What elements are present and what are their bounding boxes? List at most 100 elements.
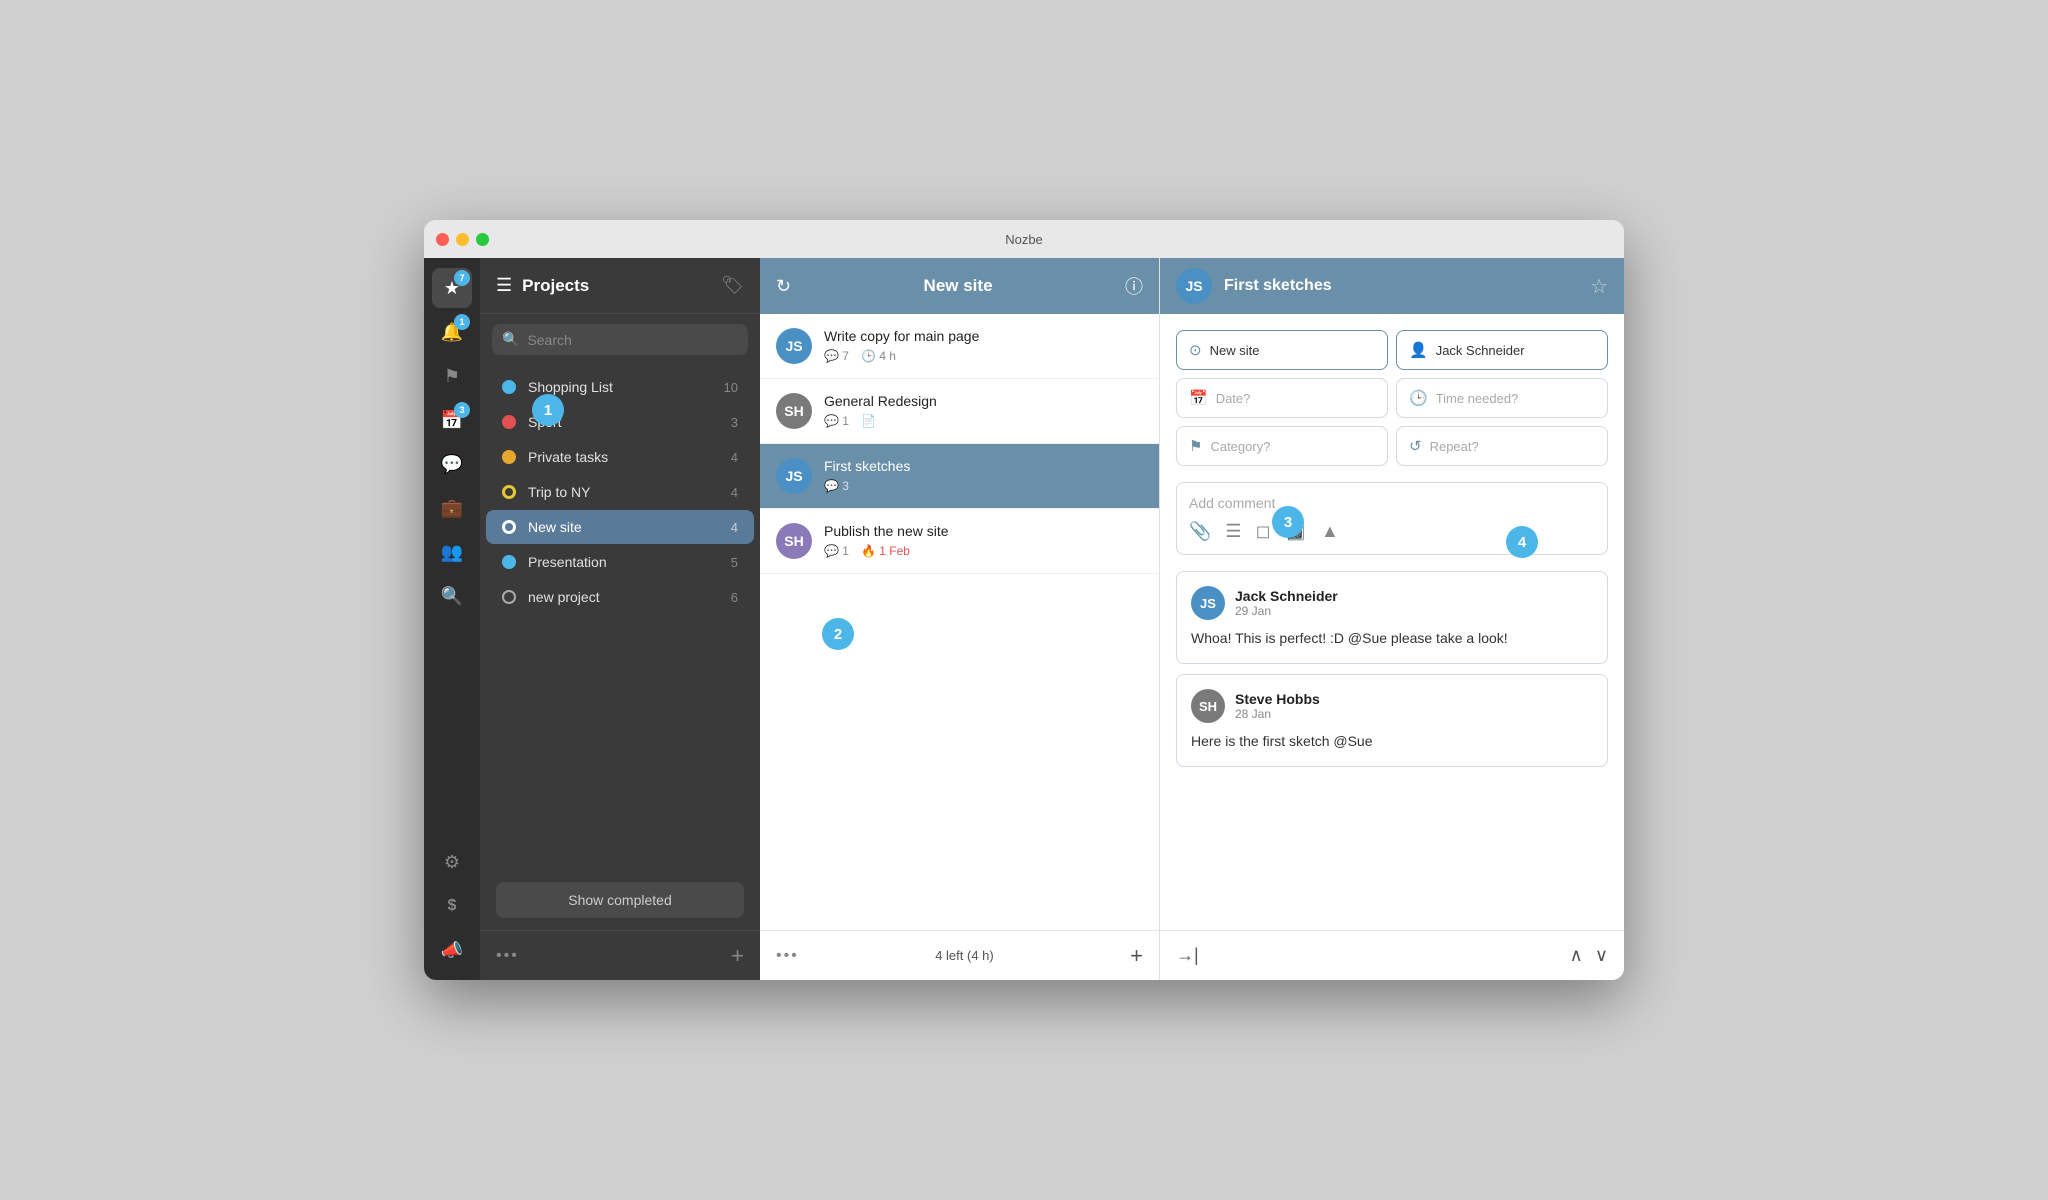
project-dot (502, 520, 516, 534)
bell-badge: 1 (454, 314, 470, 330)
sidebar-item-people[interactable]: 👥 (432, 532, 472, 572)
projects-menu-icon: ☰ (496, 275, 512, 296)
comment-date: 29 Jan (1235, 604, 1338, 618)
date-placeholder: Date? (1216, 391, 1251, 406)
task-meta: 💬 1 📄 (824, 414, 1143, 428)
comment-text: Whoa! This is perfect! :D @Sue please ta… (1191, 628, 1593, 649)
detail-avatar: JS (1176, 268, 1212, 304)
next-task-button[interactable]: ∨ (1595, 945, 1608, 966)
sidebar-item-settings[interactable]: ⚙ (432, 842, 472, 882)
project-count: 6 (731, 590, 738, 605)
sidebar-item-calendar[interactable]: 📅 3 (432, 400, 472, 440)
project-item-shopping-list[interactable]: Shopping List 10 (486, 370, 754, 404)
date-field[interactable]: 📅 Date? (1176, 378, 1388, 418)
dropbox-icon[interactable]: ◻ (1256, 521, 1271, 542)
project-dot (502, 450, 516, 464)
comment-area[interactable]: Add comment 📎 ☰ ◻ 📓 ▲ (1176, 482, 1608, 555)
tasks-more-icon[interactable]: ••• (776, 947, 799, 965)
sidebar-item-briefcase[interactable]: 💼 (432, 488, 472, 528)
repeat-icon: ↺ (1409, 437, 1422, 455)
add-task-button[interactable]: + (1130, 943, 1143, 969)
sidebar-item-search[interactable]: 🔍 (432, 576, 472, 616)
tutorial-badge-2: 2 (822, 618, 854, 650)
comment-count: 💬 1 (824, 414, 849, 428)
tasks-header: ↻ New site ⓘ (760, 258, 1159, 314)
prev-task-button[interactable]: ∧ (1570, 945, 1583, 966)
projects-tag-icon[interactable]: 🏷 (721, 275, 744, 296)
minimize-button[interactable] (456, 233, 469, 246)
task-item[interactable]: SH General Redesign 💬 1 📄 (760, 379, 1159, 444)
project-field[interactable]: ⊙ New site (1176, 330, 1388, 370)
project-name: Presentation (528, 554, 731, 570)
gdrive-icon[interactable]: ▲ (1321, 521, 1339, 542)
comment-input[interactable]: Add comment (1189, 495, 1595, 511)
close-button[interactable] (436, 233, 449, 246)
task-avatar: SH (776, 393, 812, 429)
projects-sidebar: ☰ Projects 🏷 🔍 Search Shopping List 10 (480, 258, 760, 980)
tasks-panel: ↻ New site ⓘ JS Write copy for main page… (760, 258, 1160, 980)
task-item[interactable]: SH Publish the new site 💬 1 🔥 1 Feb (760, 509, 1159, 574)
footer-more-icon[interactable]: ••• (496, 947, 519, 965)
search-placeholder: Search (527, 332, 571, 348)
repeat-field[interactable]: ↺ Repeat? (1396, 426, 1608, 466)
icon-sidebar: ★ 7 🔔 1 ⚑ 📅 3 💬 💼 👥 (424, 258, 480, 980)
app-title: Nozbe (1005, 232, 1043, 247)
expand-icon[interactable]: →| (1176, 945, 1199, 966)
time-placeholder: Time needed? (1436, 391, 1519, 406)
comment-author-row: SH Steve Hobbs 28 Jan (1191, 689, 1593, 723)
sidebar-item-star[interactable]: ★ 7 (432, 268, 472, 308)
sidebar-item-dollar[interactable]: $ (432, 886, 472, 926)
tasks-list: JS Write copy for main page 💬 7 🕒 4 h SH… (760, 314, 1159, 930)
comment-count: 💬 7 (824, 349, 849, 363)
megaphone-icon: 📣 (441, 940, 463, 961)
project-item-presentation[interactable]: Presentation 5 (486, 545, 754, 579)
project-item-new-project[interactable]: new project 6 (486, 580, 754, 614)
info-icon[interactable]: ⓘ (1125, 273, 1143, 299)
task-item[interactable]: JS Write copy for main page 💬 7 🕒 4 h (760, 314, 1159, 379)
project-count: 4 (731, 485, 738, 500)
checklist-icon[interactable]: ☰ (1225, 521, 1241, 542)
comment-count: 💬 3 (824, 479, 849, 493)
sidebar-item-flag[interactable]: ⚑ (432, 356, 472, 396)
briefcase-icon: 💼 (441, 498, 463, 519)
category-field[interactable]: ⚑ Category? (1176, 426, 1388, 466)
comment-author-row: JS Jack Schneider 29 Jan (1191, 586, 1593, 620)
detail-body: ⊙ New site 👤 Jack Schneider 📅 Date? (1160, 314, 1624, 930)
sidebar-item-chat[interactable]: 💬 (432, 444, 472, 484)
task-name: First sketches (824, 458, 1143, 474)
task-avatar: JS (776, 458, 812, 494)
titlebar: Nozbe (424, 220, 1624, 258)
project-item-private-tasks[interactable]: Private tasks 4 (486, 440, 754, 474)
project-dot (502, 380, 516, 394)
app-window: Nozbe ★ 7 🔔 1 ⚑ 📅 3 💬 � (424, 220, 1624, 980)
attach-icon[interactable]: 📎 (1189, 521, 1211, 542)
detail-header: JS First sketches ☆ (1160, 258, 1624, 314)
show-completed-button[interactable]: Show completed (496, 882, 744, 918)
star-badge: 7 (454, 270, 470, 286)
assignee-field[interactable]: 👤 Jack Schneider (1396, 330, 1608, 370)
repeat-placeholder: Repeat? (1430, 439, 1479, 454)
star-button[interactable]: ☆ (1590, 274, 1608, 299)
comment-section: JS Jack Schneider 29 Jan Whoa! This is p… (1176, 571, 1608, 777)
window-controls (436, 233, 489, 246)
add-project-button[interactable]: + (731, 943, 744, 969)
project-field-value: New site (1210, 343, 1260, 358)
sidebar-item-megaphone[interactable]: 📣 (432, 930, 472, 970)
refresh-icon[interactable]: ↻ (776, 276, 791, 297)
sidebar-item-bell[interactable]: 🔔 1 (432, 312, 472, 352)
project-count: 5 (731, 555, 738, 570)
detail-panel: JS First sketches ☆ ⊙ New site 👤 Jack Sc… (1160, 258, 1624, 980)
comment-text: Here is the first sketch @Sue (1191, 731, 1593, 752)
project-item-sport[interactable]: Sport 3 (486, 405, 754, 439)
project-count: 3 (731, 415, 738, 430)
project-item-new-site[interactable]: New site 4 (486, 510, 754, 544)
maximize-button[interactable] (476, 233, 489, 246)
time-field[interactable]: 🕒 Time needed? (1396, 378, 1608, 418)
tasks-status: 4 left (4 h) (935, 948, 994, 963)
category-icon: ⚑ (1189, 437, 1202, 455)
task-item-selected[interactable]: JS First sketches 💬 3 (760, 444, 1159, 509)
tutorial-badge-4: 4 (1506, 526, 1538, 558)
project-name: Trip to NY (528, 484, 731, 500)
search-box[interactable]: 🔍 Search (492, 324, 748, 355)
project-item-trip-ny[interactable]: Trip to NY 4 (486, 475, 754, 509)
